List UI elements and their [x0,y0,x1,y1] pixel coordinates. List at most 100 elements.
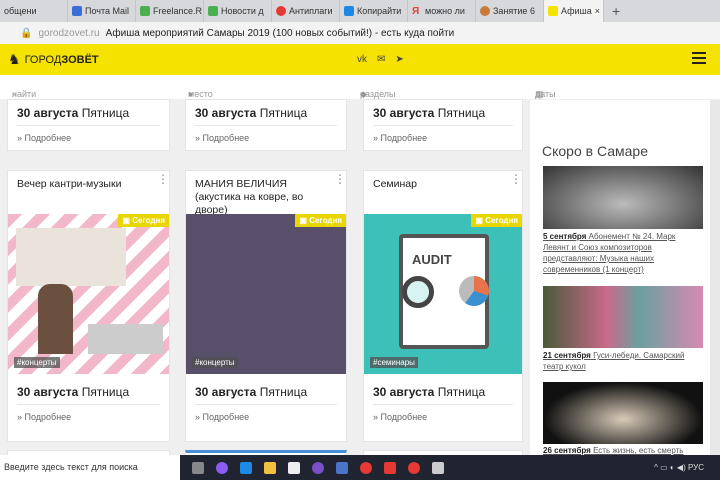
sidebar-event-link[interactable]: 5 сентября Абонемент № 24. Марк Левянт и… [543,231,703,275]
more-options-icon[interactable]: ⋮ [510,173,522,185]
event-title[interactable]: Семинар [373,178,502,191]
social-links: vk ✉ ➤ [357,54,404,65]
event-image[interactable]: ▣ Сегодня #концерты [186,214,346,374]
event-card[interactable]: МАНИЯ ВЕЛИЧИЯ (акустика на ковре, во дво… [185,170,347,442]
edge-icon[interactable] [240,461,252,474]
logo-text-bold: ЗОВЁТ [61,53,99,66]
freelance-icon [208,6,218,16]
event-image[interactable] [543,286,703,348]
tab[interactable]: Freelance.R [136,0,204,22]
tab[interactable]: Антиплаги [272,0,340,22]
domain: gorodzovet.ru [38,27,100,39]
event-date: 30 августа Пятница [17,385,130,399]
browser-tabs: общени Почта Mail Freelance.R Новости д … [0,0,720,22]
event-card[interactable]: Вечер кантри-музыки ⋮ ▣ Сегодня #концерт… [7,170,170,442]
divider [17,125,160,126]
mail-icon [72,6,82,16]
event-image[interactable]: ▣ Сегодня #концерты [8,214,169,374]
more-link[interactable]: » Подробнее [373,133,427,143]
divider [373,404,513,405]
photos-icon[interactable] [432,461,444,474]
event-card[interactable]: Семинар ⋮ AUDIT ▣ Сегодня #семинары 30 а… [363,170,523,442]
more-options-icon[interactable]: ⋮ [334,173,346,185]
text-icon [344,6,354,16]
task-view-icon[interactable] [192,461,204,474]
event-card[interactable]: 30 августа Пятница » Подробнее [7,99,170,151]
category-tag[interactable]: #концерты [14,357,60,368]
viber-icon[interactable] [312,461,324,474]
tab[interactable]: Почта Mail [68,0,136,22]
menu-icon[interactable] [692,52,706,67]
close-icon[interactable]: × [595,6,600,16]
tab-active[interactable]: Афиша × [544,0,604,22]
site-icon [480,6,490,16]
new-tab-button[interactable]: + [604,0,628,22]
store-icon[interactable] [288,461,300,474]
label: найти [12,89,37,99]
label: разделы [360,89,396,99]
category-tag[interactable]: #семинары [370,357,418,368]
system-tray: ^ ▭ ◐ ◀) РУС [654,463,704,472]
language-indicator[interactable]: РУС [688,463,704,472]
event-date: 30 августа Пятница [373,106,486,120]
sidebar-event-link[interactable]: 21 сентября Гуси-лебеди. Самарский театр… [543,350,703,372]
page-title: Афиша мероприятий Самары 2019 (100 новых… [105,27,455,39]
event-card[interactable]: 30 августа Пятница » Подробнее [185,99,347,151]
alice-icon[interactable] [216,461,228,474]
tab[interactable]: Яможно ли [408,0,476,22]
event-card[interactable]: 30 августа Пятница » Подробнее [363,99,523,151]
divider [195,125,337,126]
more-options-icon[interactable]: ⋮ [157,173,169,185]
sidebar-title: Скоро в Самаре [542,143,649,159]
sidebar: Скоро в Самаре 5 сентября Абонемент № 24… [530,100,710,455]
tab-label: Freelance.R [153,6,203,16]
divider [17,404,160,405]
gorodzovet-icon [548,6,558,16]
lock-icon: 🔒 [20,27,33,39]
tab-label: Афиша [561,6,592,16]
tab-label: можно ли [425,6,465,16]
event-title[interactable]: МАНИЯ ВЕЛИЧИЯ (акустика на ковре, во дво… [195,178,326,217]
tab[interactable]: Занятие 6 [476,0,544,22]
tab-label: Антиплаги [289,6,333,16]
image-text: AUDIT [412,252,452,267]
tab[interactable]: Копирайти [340,0,408,22]
more-link[interactable]: » Подробнее [17,412,71,422]
site-header: ♞ ГОРОД ЗОВЁТ vk ✉ ➤ [0,44,720,75]
telegram-icon[interactable]: ➤ [395,54,403,65]
more-link[interactable]: » Подробнее [195,133,249,143]
event-image[interactable] [543,166,703,229]
filter-bar: ⌕ найти ● место ◆ разделы ▦ даты [0,75,720,99]
tab-label: Новости д [221,6,264,16]
more-link[interactable]: » Подробнее [195,412,249,422]
event-date: 30 августа Пятница [373,385,486,399]
scrollbar[interactable] [710,100,720,455]
tab-label: Копирайти [357,6,402,16]
opera-icon[interactable] [408,461,420,474]
logo[interactable]: ♞ ГОРОД ЗОВЁТ [8,51,99,68]
tab-label: Почта Mail [85,6,129,16]
yandex-browser-icon[interactable] [360,461,372,474]
yandex-icon[interactable] [384,461,396,474]
freelance-icon [140,6,150,16]
address-bar[interactable]: 🔒 gorodzovet.ru Афиша мероприятий Самары… [0,22,720,44]
event-image[interactable]: AUDIT ▣ Сегодня #семинары [364,214,522,374]
tab[interactable]: общени [0,0,68,22]
mail-icon[interactable]: ✉ [377,54,385,65]
more-link[interactable]: » Подробнее [17,133,71,143]
vk-icon[interactable]: vk [357,54,367,65]
event-date: 30 августа Пятница [195,385,308,399]
taskbar-search[interactable]: Введите здесь текст для поиска [0,455,180,480]
logo-text: ГОРОД [24,53,62,66]
label: даты [535,89,556,99]
explorer-icon[interactable] [264,461,276,474]
divider [373,125,513,126]
today-badge: ▣ Сегодня [118,214,169,227]
taskbar: Введите здесь текст для поиска ^ ▭ ◐ ◀) … [0,455,720,480]
app-icon[interactable] [336,461,348,474]
event-image[interactable] [543,382,703,444]
tab[interactable]: Новости д [204,0,272,22]
event-title[interactable]: Вечер кантри-музыки [17,178,149,191]
more-link[interactable]: » Подробнее [373,412,427,422]
category-tag[interactable]: #концерты [192,357,238,368]
